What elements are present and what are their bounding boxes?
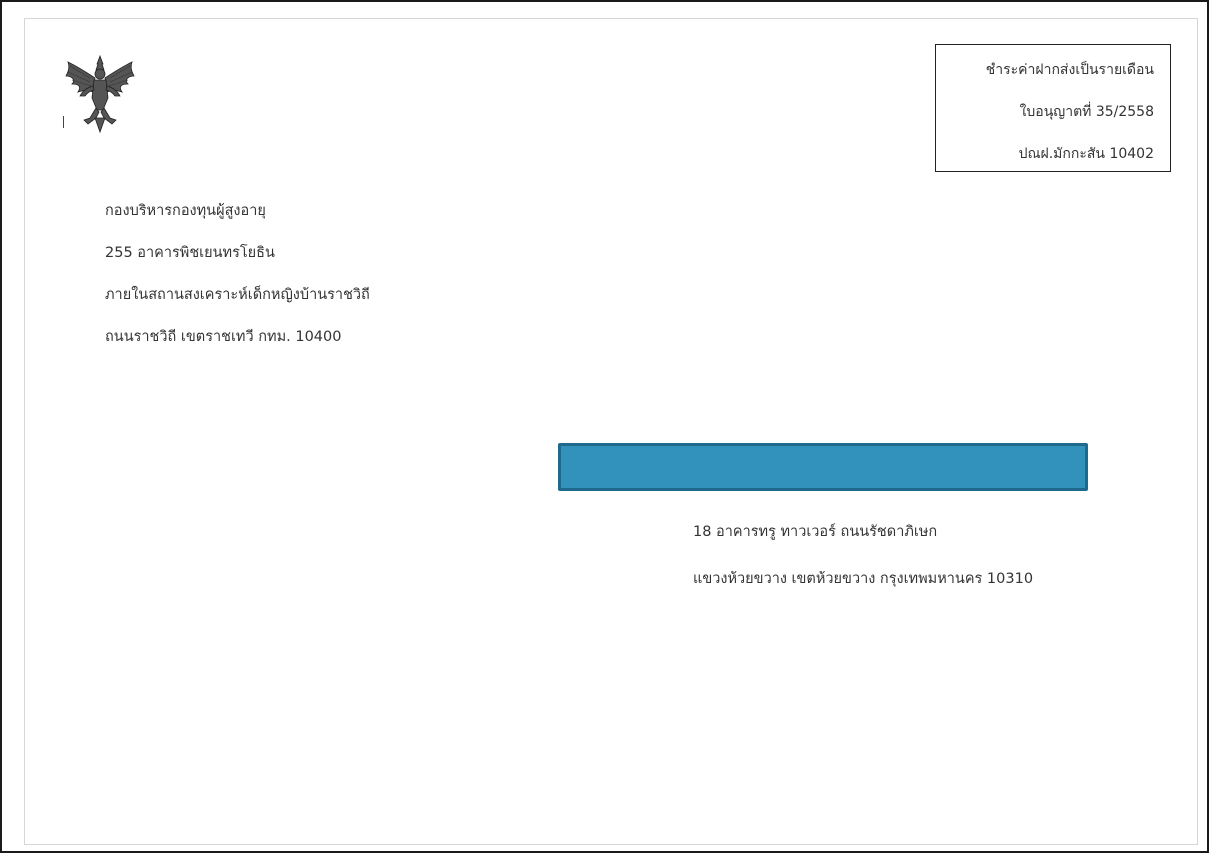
recipient-address-line-1: 18 อาคารทรู ทาวเวอร์ ถนนรัชดาภิเษก <box>693 524 938 540</box>
postage-payment-text: ชำระค่าฝากส่งเป็นรายเดือน <box>985 62 1154 78</box>
sender-address-line-2: ภายในสถานสงเคราะห์เด็กหญิงบ้านราชวิถี <box>105 287 370 303</box>
sender-address-line-1: 255 อาคารพิชเยนทรโยธิน <box>105 245 275 261</box>
postage-license-text: ใบอนุญาตที่ 35/2558 <box>1019 104 1154 120</box>
document-frame: ชำระค่าฝากส่งเป็นรายเดือน ใบอนุญาตที่ 35… <box>0 0 1209 853</box>
sender-name: กองบริหารกองทุนผู้สูงอายุ <box>105 203 266 219</box>
postage-permit-box: ชำระค่าฝากส่งเป็นรายเดือน ใบอนุญาตที่ 35… <box>935 44 1171 172</box>
garuda-emblem-icon <box>65 54 135 134</box>
text-cursor <box>63 116 64 128</box>
recipient-name-redaction <box>558 443 1088 491</box>
postage-office-text: ปณฝ.มักกะสัน 10402 <box>1018 146 1154 162</box>
recipient-address-line-2: แขวงห้วยขวาง เขตห้วยขวาง กรุงเทพมหานคร 1… <box>693 571 1034 587</box>
sender-address-line-3: ถนนราชวิถี เขตราชเทวี กทม. 10400 <box>105 329 342 345</box>
